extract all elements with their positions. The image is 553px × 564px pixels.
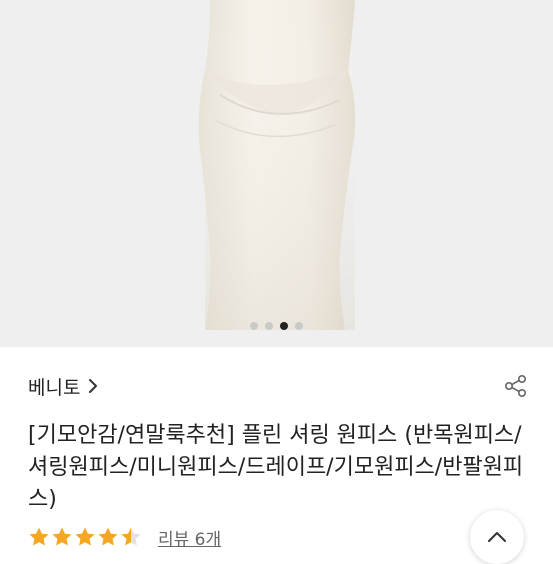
- product-image-gallery[interactable]: [0, 0, 553, 347]
- chevron-up-icon: [488, 532, 506, 542]
- gallery-pagination[interactable]: [0, 322, 553, 330]
- share-icon[interactable]: [503, 373, 529, 399]
- brand-link[interactable]: 베니토: [28, 373, 98, 400]
- product-image: [198, 0, 356, 330]
- brand-name: 베니토: [28, 376, 81, 399]
- gallery-dot[interactable]: [295, 322, 303, 330]
- star-icon: [29, 527, 49, 546]
- gallery-dot[interactable]: [265, 322, 273, 330]
- star-icon: [121, 527, 141, 546]
- scroll-top-button[interactable]: [470, 510, 524, 564]
- star-icon: [52, 527, 72, 546]
- gallery-dot-active[interactable]: [280, 322, 288, 330]
- rating-row: 리뷰 6개: [28, 524, 221, 550]
- star-rating: [28, 526, 142, 548]
- star-icon: [98, 527, 118, 546]
- star-icon: [75, 527, 95, 546]
- brand-row: 베니토: [28, 372, 529, 400]
- product-title: [기모안감/연말룩추천] 플린 셔링 원피스 (반목원피스/셔링원피스/미니원피…: [28, 423, 524, 512]
- review-count-link[interactable]: 리뷰 6개: [158, 525, 221, 550]
- chevron-right-icon: [89, 379, 98, 393]
- gallery-dot[interactable]: [250, 322, 258, 330]
